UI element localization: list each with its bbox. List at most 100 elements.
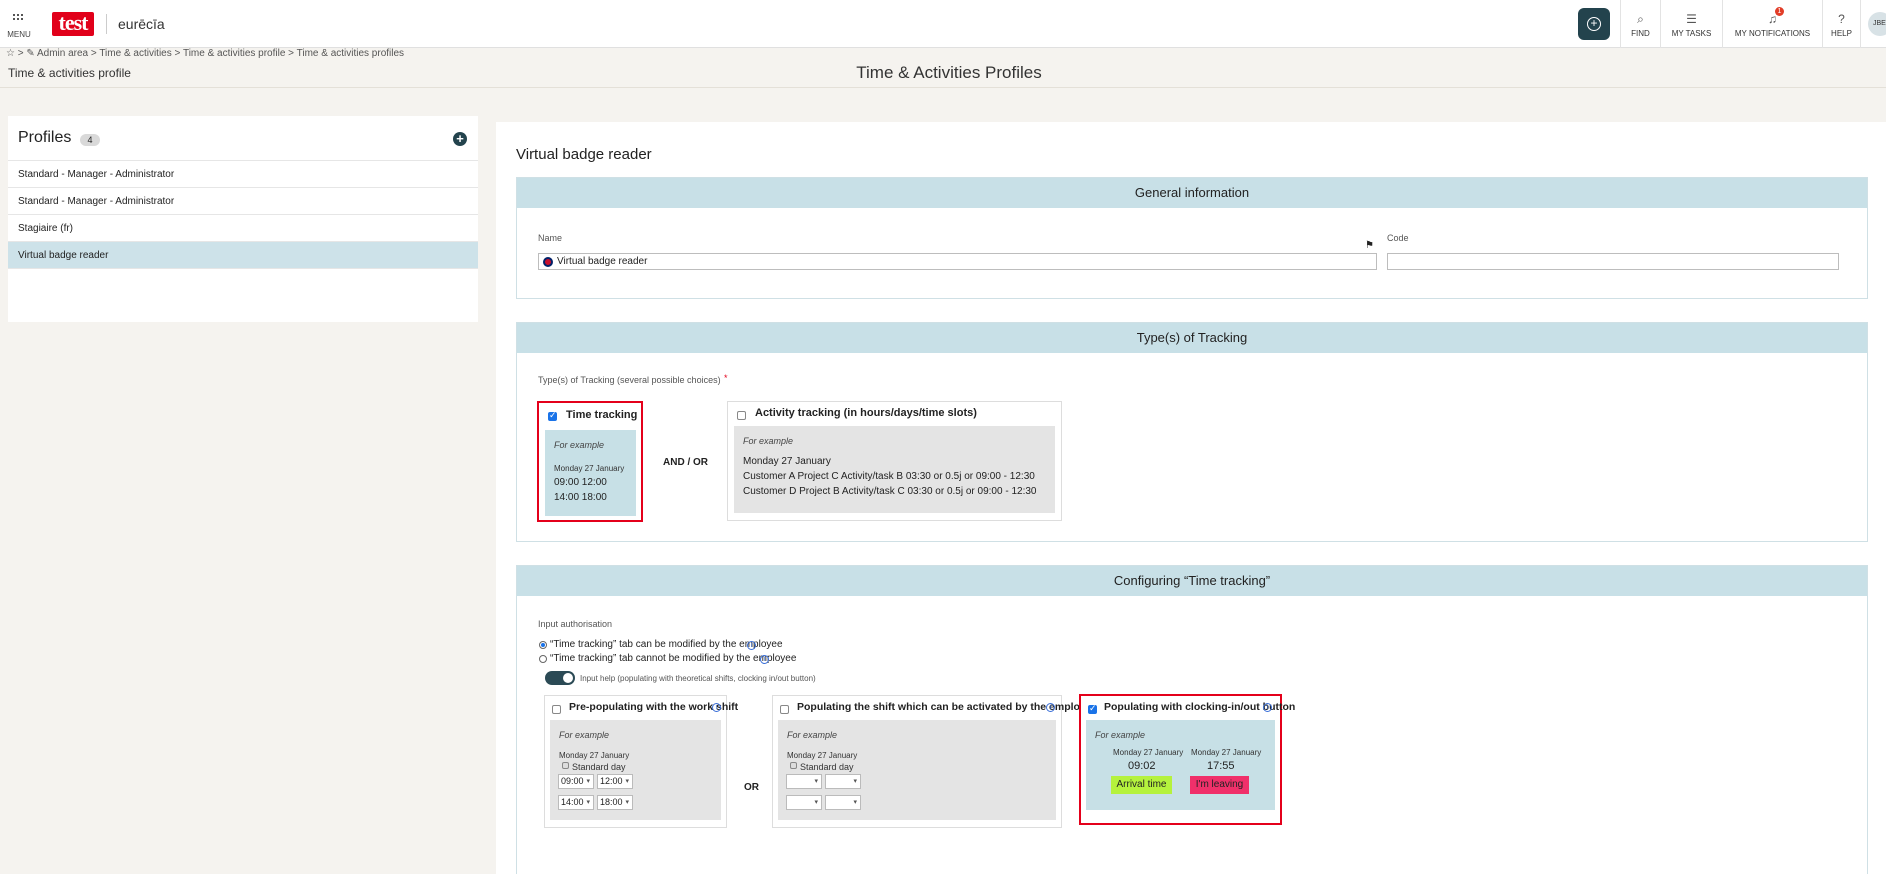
- populate-shift-example: For example Monday 27 January Standard d…: [778, 720, 1056, 820]
- info-icon[interactable]: i: [712, 703, 721, 712]
- help-button[interactable]: ? HELP: [1822, 0, 1860, 48]
- eurecia-logo[interactable]: eurēcīa: [118, 16, 165, 32]
- input-authorisation-label: Input authorisation: [538, 619, 613, 629]
- activity-tracking-option: Activity tracking (in hours/days/time sl…: [727, 401, 1062, 521]
- standard-day-checkbox[interactable]: [562, 762, 569, 769]
- info-icon[interactable]: i: [760, 655, 769, 664]
- modifiable-radio[interactable]: [539, 641, 547, 649]
- page-header: Time & activities profile Time & Activit…: [0, 58, 1886, 88]
- example-times-afternoon: 14:00 18:00: [554, 492, 607, 503]
- example-date: Monday 27 January: [559, 751, 630, 760]
- tracking-types-header: Type(s) of Tracking: [517, 323, 1867, 353]
- profiles-count-badge: 4: [80, 134, 100, 146]
- input-help-label: Input help (populating with theoretical …: [580, 674, 816, 683]
- time-tracking-checkbox[interactable]: [548, 410, 557, 421]
- profile-detail-panel: Virtual badge reader General information…: [496, 122, 1886, 874]
- arrival-date: Monday 27 January: [1113, 748, 1184, 757]
- time-tracking-label: Time tracking: [566, 409, 638, 421]
- app-root: MENU test eurēcīa + ⌕ FIND ☰ MY TASKS ♫ …: [0, 0, 1886, 874]
- or-label: OR: [744, 782, 759, 793]
- activity-tracking-example: For example Monday 27 January Customer A…: [734, 426, 1055, 513]
- my-notifications-label: MY NOTIFICATIONS: [1734, 29, 1811, 38]
- arrival-time-button[interactable]: Arrival time: [1111, 776, 1172, 794]
- arrival-time-value: 09:02: [1128, 760, 1156, 772]
- my-tasks-label: MY TASKS: [1671, 29, 1712, 38]
- tracking-types-label: Type(s) of Tracking (several possible ch…: [538, 375, 721, 385]
- leaving-button[interactable]: I'm leaving: [1190, 776, 1249, 794]
- start-time-select[interactable]: 09:00: [558, 774, 594, 789]
- end-time-select[interactable]: [825, 774, 861, 789]
- profile-item-selected[interactable]: Virtual badge reader: [8, 242, 478, 269]
- tasks-icon: ☰: [1686, 12, 1697, 26]
- create-button[interactable]: +: [1578, 8, 1610, 40]
- activity-example-date: Monday 27 January: [743, 456, 831, 467]
- top-bar: MENU test eurēcīa + ⌕ FIND ☰ MY TASKS ♫ …: [0, 0, 1886, 48]
- input-help-toggle[interactable]: [545, 671, 575, 685]
- flag-icon[interactable]: ⚑: [1365, 240, 1374, 251]
- time-tracking-example: For example Monday 27 January 09:00 12:0…: [545, 430, 636, 516]
- info-icon[interactable]: i: [1046, 703, 1055, 712]
- notification-count-badge: 1: [1775, 7, 1784, 16]
- plus-circle-icon: +: [1587, 17, 1601, 31]
- menu-button[interactable]: MENU: [0, 0, 38, 48]
- configuring-time-tracking-header: Configuring “Time tracking”: [517, 566, 1867, 596]
- clocking-checkbox[interactable]: [1088, 703, 1097, 714]
- start-time-select[interactable]: [786, 795, 822, 810]
- general-information-section: General information Name ⚑ Virtual badge…: [516, 177, 1868, 299]
- code-input[interactable]: [1387, 253, 1839, 270]
- activity-tracking-checkbox[interactable]: [737, 411, 746, 420]
- start-time-select[interactable]: 14:00: [558, 795, 594, 810]
- and-or-label: AND / OR: [663, 457, 708, 468]
- find-label: FIND: [1631, 29, 1650, 38]
- tracking-types-section: Type(s) of Tracking Type(s) of Tracking …: [516, 322, 1868, 542]
- profile-item[interactable]: Standard - Manager - Administrator: [8, 161, 478, 188]
- configuring-time-tracking-section: Configuring “Time tracking” Input author…: [516, 565, 1868, 874]
- activity-example-row: Customer A Project C Activity/task B 03:…: [743, 471, 1035, 482]
- info-icon[interactable]: i: [747, 641, 756, 650]
- my-notifications-button[interactable]: ♫ 1 MY NOTIFICATIONS: [1722, 0, 1822, 48]
- name-input[interactable]: Virtual badge reader: [538, 253, 1377, 270]
- example-label: For example: [554, 440, 605, 450]
- populate-shift-option: Populating the shift which can be activa…: [772, 695, 1097, 828]
- prepopulate-work-shift-option: Pre-populating with the work shift i For…: [544, 695, 738, 828]
- prepopulate-example: For example Monday 27 January Standard d…: [550, 720, 721, 820]
- help-label: HELP: [1831, 29, 1852, 38]
- populate-shift-checkbox[interactable]: [780, 705, 789, 714]
- end-time-select[interactable]: 12:00: [597, 774, 633, 789]
- add-profile-icon[interactable]: +: [453, 132, 467, 146]
- page-title: Time & Activities Profiles: [856, 63, 1042, 82]
- search-icon: ⌕: [1637, 12, 1644, 26]
- start-time-select[interactable]: [786, 774, 822, 789]
- standard-day-label: Standard day: [800, 762, 854, 772]
- end-time-select[interactable]: 18:00: [597, 795, 633, 810]
- profile-item[interactable]: Stagiaire (fr): [8, 215, 478, 242]
- leaving-date: Monday 27 January: [1191, 748, 1262, 757]
- profiles-header: Profiles 4 +: [8, 116, 478, 161]
- standard-day-label: Standard day: [572, 762, 626, 772]
- standard-day-checkbox[interactable]: [790, 762, 797, 769]
- not-modifiable-radio[interactable]: [539, 655, 547, 663]
- name-input-value: Virtual badge reader: [557, 256, 648, 267]
- info-icon[interactable]: i: [1263, 703, 1272, 712]
- test-logo[interactable]: test: [52, 12, 94, 36]
- required-mark: *: [724, 373, 728, 383]
- uk-flag-icon: [543, 257, 553, 267]
- find-button[interactable]: ⌕ FIND: [1620, 0, 1660, 48]
- example-date: Monday 27 January: [787, 751, 858, 760]
- profile-item[interactable]: Standard - Manager - Administrator: [8, 188, 478, 215]
- profiles-panel: Profiles 4 + Standard - Manager - Admini…: [8, 116, 478, 322]
- avatar[interactable]: JBE: [1868, 12, 1886, 36]
- general-information-header: General information: [517, 178, 1867, 208]
- my-tasks-button[interactable]: ☰ MY TASKS: [1660, 0, 1722, 48]
- code-label: Code: [1387, 233, 1409, 243]
- menu-label: MENU: [7, 30, 31, 39]
- prepopulate-checkbox[interactable]: [552, 705, 561, 714]
- time-tracking-option: Time tracking For example Monday 27 Janu…: [537, 401, 643, 522]
- profile-title: Virtual badge reader: [516, 146, 652, 163]
- clocking-example: For example Monday 27 January Monday 27 …: [1086, 720, 1275, 810]
- example-label: For example: [559, 730, 610, 740]
- example-date: Monday 27 January: [554, 464, 625, 473]
- logo-divider: [106, 14, 107, 34]
- end-time-select[interactable]: [825, 795, 861, 810]
- help-icon: ?: [1838, 12, 1845, 26]
